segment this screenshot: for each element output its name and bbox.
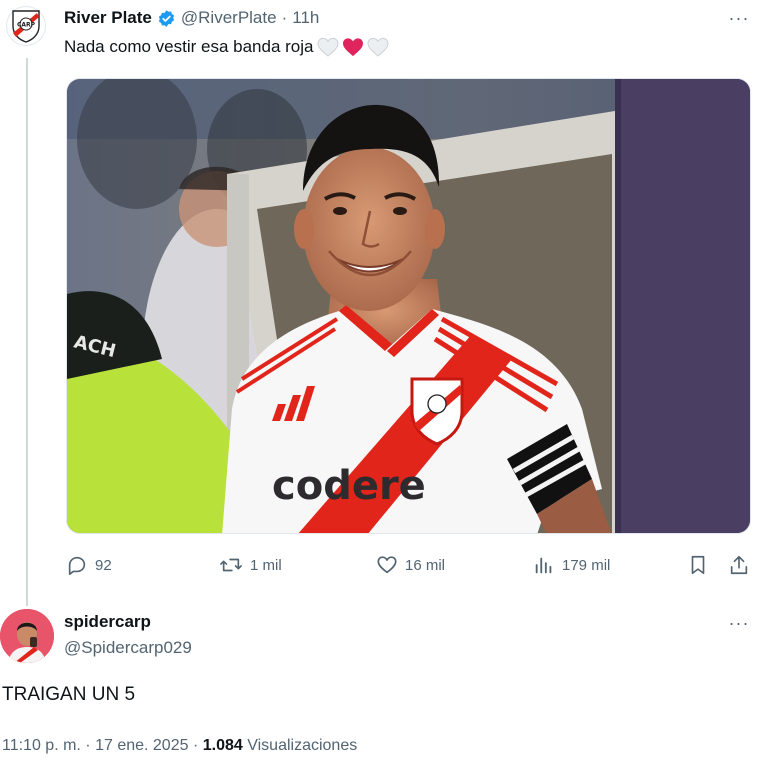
author-handle[interactable]: @RiverPlate bbox=[181, 8, 277, 28]
views-chart-icon bbox=[535, 557, 552, 574]
like-count: 16 mil bbox=[405, 556, 446, 574]
sponsor-text: codere bbox=[272, 463, 426, 509]
views-button[interactable]: 179 mil bbox=[533, 551, 610, 579]
share-icon bbox=[730, 555, 748, 575]
meta-separator: · bbox=[192, 737, 199, 754]
river-plate-crest-icon: CARP bbox=[12, 10, 40, 43]
like-heart-icon bbox=[377, 556, 397, 574]
header-separator: · bbox=[281, 8, 288, 27]
tweet-text: Nada como vestir esa banda roja bbox=[64, 35, 389, 59]
heart-emojis bbox=[317, 37, 389, 57]
reply-button[interactable]: 92 bbox=[66, 551, 112, 579]
reply-timestamp[interactable]: 11:10 p. m. · 17 ene. 2025 bbox=[2, 737, 189, 754]
tweet-media-photo[interactable]: ACH codere bbox=[66, 78, 751, 534]
reply-icon bbox=[68, 556, 86, 575]
tweet-text-content: Nada como vestir esa banda roja bbox=[64, 37, 314, 56]
author-name[interactable]: River Plate bbox=[64, 8, 152, 28]
river-plate-avatar[interactable]: CARP bbox=[6, 6, 46, 46]
share-button[interactable] bbox=[728, 551, 750, 579]
repost-icon bbox=[220, 558, 242, 572]
repost-count: 1 mil bbox=[250, 556, 282, 574]
reply-author-handle[interactable]: @Spidercarp029 bbox=[64, 638, 192, 658]
white-heart-icon bbox=[318, 37, 339, 57]
bookmark-button[interactable] bbox=[687, 551, 709, 579]
more-options-button[interactable]: ··· bbox=[726, 8, 752, 28]
reply-meta-line: 11:10 p. m. · 17 ene. 2025 · 1.084 Visua… bbox=[2, 737, 357, 755]
reply-views-label: Visualizaciones bbox=[247, 737, 358, 754]
svg-text:CARP: CARP bbox=[17, 22, 36, 29]
tweet-header: River Plate @RiverPlate · 11h bbox=[64, 7, 319, 29]
repost-button[interactable]: 1 mil bbox=[219, 551, 282, 579]
like-button[interactable]: 16 mil bbox=[376, 551, 445, 579]
tweet-action-bar: 92 1 mil 16 mil 179 mil bbox=[64, 551, 754, 579]
bookmark-icon bbox=[691, 555, 705, 575]
verified-badge-icon bbox=[157, 9, 176, 28]
reply-text: TRAIGAN UN 5 bbox=[2, 684, 136, 705]
thread-connector-line bbox=[26, 58, 28, 606]
spidercarp-avatar[interactable] bbox=[0, 609, 54, 663]
reply-views-count: 1.084 bbox=[202, 737, 243, 754]
tweet-time[interactable]: 11h bbox=[292, 8, 319, 28]
player-photo-illustration: ACH codere bbox=[67, 79, 750, 533]
spidercarp-avatar-illustration bbox=[0, 609, 54, 663]
white-heart-icon bbox=[368, 37, 389, 57]
view-count: 179 mil bbox=[562, 556, 611, 574]
reply-author-name[interactable]: spidercarp bbox=[64, 612, 151, 632]
red-heart-icon bbox=[343, 38, 364, 57]
reply-more-options-button[interactable]: ··· bbox=[726, 613, 752, 633]
reply-count: 92 bbox=[95, 556, 112, 574]
